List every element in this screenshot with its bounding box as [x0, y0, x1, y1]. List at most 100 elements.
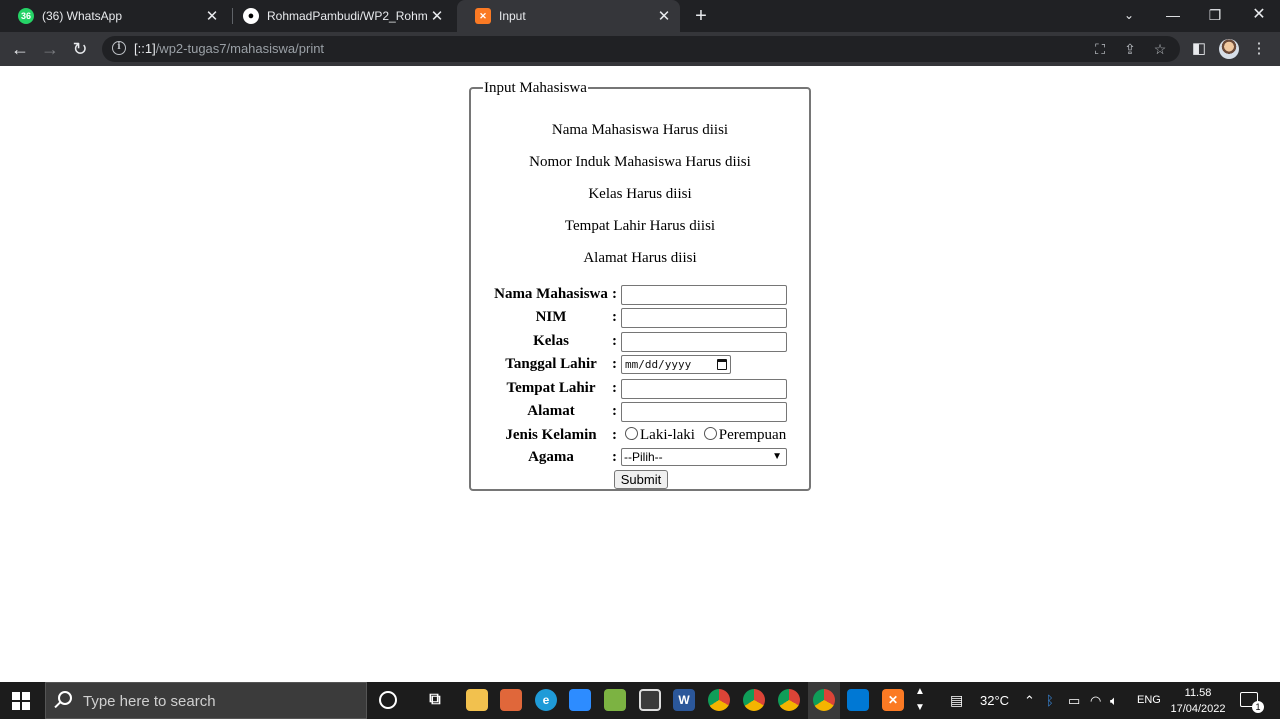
- notification-center-icon[interactable]: 1: [1240, 692, 1264, 713]
- label-jenis-kelamin: Jenis Kelamin: [505, 427, 597, 443]
- submit-button[interactable]: Submit: [614, 470, 668, 489]
- profile-avatar[interactable]: [1219, 39, 1239, 59]
- tab-title: Input: [499, 9, 526, 23]
- task-view-icon[interactable]: ⧉: [424, 689, 446, 711]
- nama-input[interactable]: [621, 285, 787, 305]
- colon: :: [612, 333, 617, 349]
- url-text[interactable]: [::1]/wp2-tugas7/mahasiswa/print: [134, 36, 324, 62]
- tab-github[interactable]: ● RohmadPambudi/WP2_RohmadP ✕: [225, 0, 453, 32]
- search-icon: [58, 691, 72, 705]
- site-info-icon[interactable]: i: [112, 41, 126, 55]
- side-panel-icon[interactable]: ◧: [1190, 40, 1208, 58]
- tab-title: (36) WhatsApp: [42, 9, 123, 23]
- wifi-icon[interactable]: ◠: [1090, 682, 1101, 719]
- chrome-profile-icon[interactable]: [743, 689, 765, 711]
- notepadpp-icon[interactable]: [604, 689, 626, 711]
- cortana-icon[interactable]: [379, 691, 397, 709]
- forward-button[interactable]: →: [37, 36, 63, 62]
- close-tab-icon[interactable]: ✕: [202, 7, 222, 25]
- row-submit: Submit: [471, 470, 809, 492]
- browser-toolbar: ← → ↻ i [::1]/wp2-tugas7/mahasiswa/print…: [0, 32, 1280, 66]
- menu-kebab-icon[interactable]: ⋮: [1250, 40, 1268, 58]
- row-alamat: Alamat :: [471, 400, 809, 422]
- system-clock[interactable]: 11.58 17/04/2022: [1166, 685, 1230, 717]
- error-alamat: Alamat Harus diisi: [583, 250, 697, 266]
- colon: :: [612, 427, 617, 443]
- xampp-taskbar-icon[interactable]: ✕: [882, 689, 904, 711]
- chrome-active-icon[interactable]: [813, 689, 835, 711]
- url-host: [::1]: [134, 41, 156, 56]
- error-kelas: Kelas Harus diisi: [588, 186, 692, 202]
- laki-laki-radio[interactable]: [625, 427, 638, 440]
- translate-icon[interactable]: ⛶: [1092, 41, 1108, 57]
- weather-icon[interactable]: ▤: [950, 682, 963, 719]
- bookmark-star-icon[interactable]: ☆: [1152, 41, 1168, 57]
- alamat-input[interactable]: [621, 402, 787, 422]
- row-nim: NIM :: [471, 306, 809, 328]
- colon: :: [612, 309, 617, 325]
- laki-laki-label: Laki-laki: [640, 427, 695, 443]
- nim-input[interactable]: [621, 308, 787, 328]
- row-nama: Nama Mahasiswa :: [471, 283, 809, 305]
- label-agama: Agama: [528, 449, 574, 465]
- reload-button[interactable]: ↻: [67, 36, 93, 62]
- kelas-input[interactable]: [621, 332, 787, 352]
- search-placeholder: Type here to search: [83, 693, 216, 710]
- file-explorer-icon[interactable]: [466, 689, 488, 711]
- colon: :: [612, 356, 617, 372]
- zoom-icon[interactable]: [569, 689, 591, 711]
- gender-radio-group: Laki-laki Perempuan: [625, 424, 786, 446]
- bluetooth-icon[interactable]: ᛒ: [1046, 682, 1054, 719]
- input-mahasiswa-fieldset: Input Mahasiswa Nama Mahasiswa Harus dii…: [469, 81, 811, 491]
- language-indicator[interactable]: ENG: [1137, 682, 1161, 719]
- taskbar-search-box[interactable]: Type here to search: [45, 682, 367, 719]
- error-nim: Nomor Induk Mahasiswa Harus diisi: [529, 154, 751, 170]
- clock-date: 17/04/2022: [1170, 703, 1226, 715]
- windows-start-icon[interactable]: [12, 692, 30, 710]
- row-agama: Agama : --Pilih-- ▼: [471, 446, 809, 468]
- label-kelas: Kelas: [533, 333, 569, 349]
- battery-icon[interactable]: ▭: [1068, 682, 1080, 719]
- label-alamat: Alamat: [527, 403, 575, 419]
- edge-icon[interactable]: e: [535, 689, 557, 711]
- paint-app-icon[interactable]: [500, 689, 522, 711]
- colon: :: [612, 286, 617, 302]
- tab-input[interactable]: ✕ Input ✕: [457, 0, 680, 32]
- address-bar[interactable]: i [::1]/wp2-tugas7/mahasiswa/print ⛶ ⇪ ☆: [102, 36, 1180, 62]
- taskbar-scroll-arrows[interactable]: ▲ ▼: [915, 684, 925, 721]
- tab-whatsapp[interactable]: 36 (36) WhatsApp ✕: [0, 0, 228, 32]
- vscode-icon[interactable]: [847, 689, 869, 711]
- perempuan-label: Perempuan: [718, 427, 787, 443]
- volume-icon[interactable]: 🔈︎: [1110, 682, 1118, 719]
- share-icon[interactable]: ⇪: [1122, 41, 1138, 57]
- chrome-profile-icon[interactable]: [778, 689, 800, 711]
- minimize-button[interactable]: —: [1151, 0, 1195, 32]
- tab-search-icon[interactable]: ⌄: [1107, 0, 1151, 32]
- word-icon[interactable]: W: [673, 689, 695, 711]
- error-tempat-lahir: Tempat Lahir Harus diisi: [564, 218, 716, 234]
- chrome-icon[interactable]: [708, 689, 730, 711]
- github-icon: ●: [243, 8, 259, 24]
- url-path: /wp2-tugas7/mahasiswa/print: [155, 41, 325, 56]
- row-jenis-kelamin: Jenis Kelamin : Laki-laki Perempuan: [471, 424, 809, 446]
- media-player-icon[interactable]: [639, 689, 661, 711]
- clock-time: 11.58: [1184, 687, 1212, 699]
- notification-count: 1: [1252, 701, 1264, 713]
- windows-taskbar: Type here to search ⧉ e W ✕ ▲ ▼ ▤ 32°C ⌃ …: [0, 682, 1280, 719]
- label-tempat-lahir: Tempat Lahir: [506, 380, 596, 396]
- close-tab-icon[interactable]: ✕: [427, 7, 447, 25]
- weather-temp[interactable]: 32°C: [980, 682, 1009, 719]
- close-window-button[interactable]: ✕: [1237, 0, 1280, 32]
- tanggal-lahir-input[interactable]: mm/dd/yyyy: [621, 355, 731, 374]
- new-tab-button[interactable]: +: [690, 4, 712, 28]
- back-button[interactable]: ←: [7, 36, 33, 62]
- restore-button[interactable]: ❐: [1193, 0, 1237, 32]
- row-tanggal-lahir: Tanggal Lahir : mm/dd/yyyy: [471, 353, 809, 375]
- agama-select[interactable]: --Pilih-- ▼: [621, 448, 787, 466]
- row-kelas: Kelas :: [471, 330, 809, 352]
- tray-chevron-up-icon[interactable]: ⌃: [1024, 682, 1035, 719]
- calendar-icon[interactable]: [717, 359, 727, 370]
- close-tab-icon[interactable]: ✕: [654, 7, 674, 25]
- tempat-lahir-input[interactable]: [621, 379, 787, 399]
- perempuan-radio[interactable]: [703, 427, 717, 440]
